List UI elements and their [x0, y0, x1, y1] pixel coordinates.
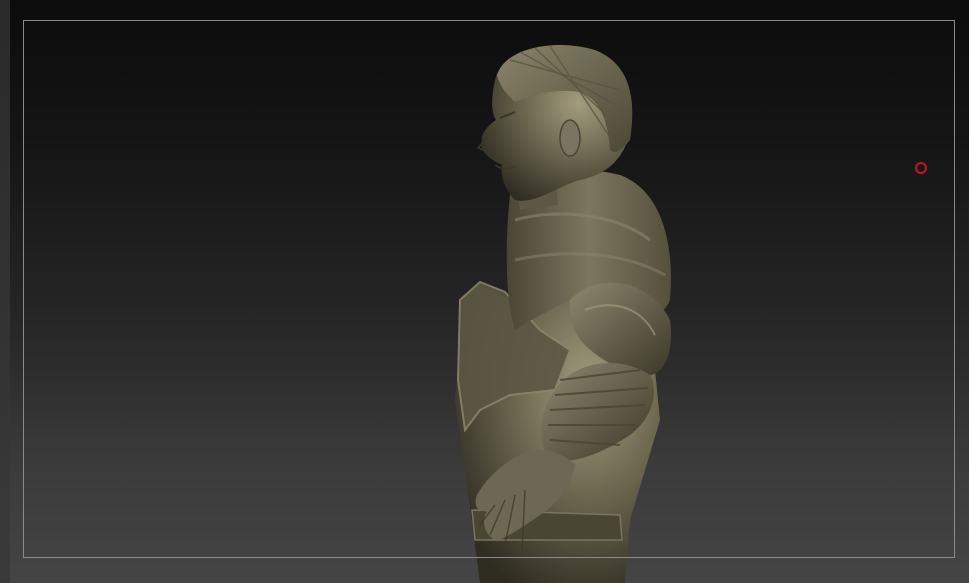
brush-cursor-icon [915, 162, 927, 174]
model-ear [559, 119, 581, 157]
zbrush-document-window [0, 0, 969, 583]
canvas-viewport[interactable] [10, 0, 969, 583]
sculpted-model[interactable] [10, 0, 969, 583]
